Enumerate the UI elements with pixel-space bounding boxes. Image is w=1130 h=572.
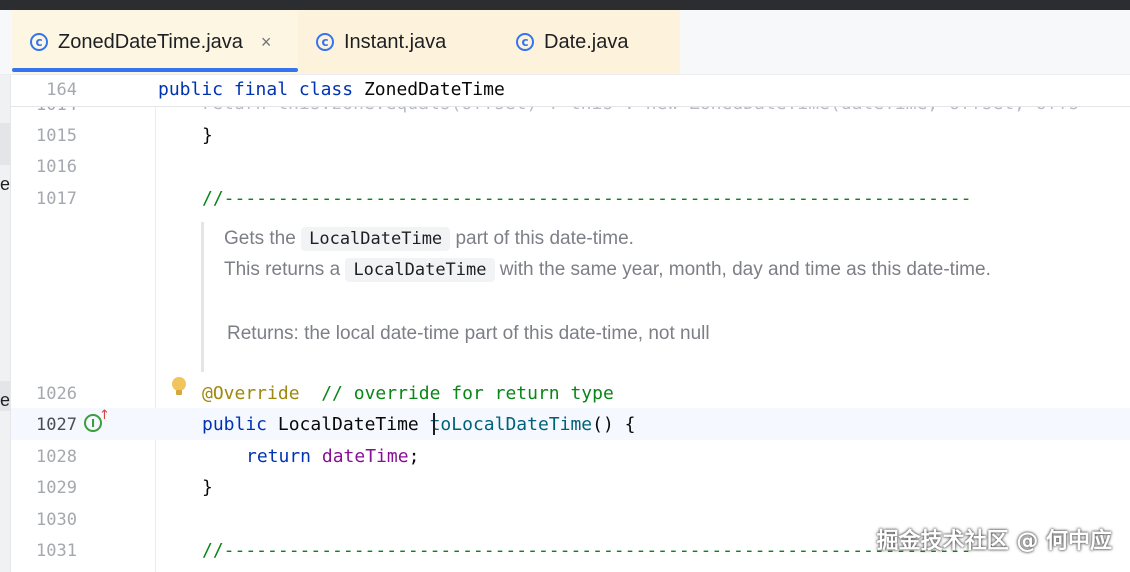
- annotation: @Override: [202, 383, 300, 404]
- watermark: 掘金技术社区 @ 何中应: [876, 529, 1112, 554]
- inline-comment: // override for return type: [299, 383, 614, 404]
- tab-instant[interactable]: c Instant.java: [298, 10, 498, 74]
- line-number: 164: [46, 80, 77, 100]
- panel-text-fragment: e: [0, 390, 11, 410]
- field-reference[interactable]: dateTime: [322, 446, 409, 467]
- separator-comment: //--------------------------------------…: [202, 188, 972, 209]
- line-number: 1026: [36, 384, 77, 404]
- doc-text: part of this date-time.: [455, 228, 634, 249]
- method-signature: public LocalDateTime toLocalDateTime() {: [202, 414, 1130, 435]
- override-line: @Override // override for return type: [202, 383, 1130, 404]
- method-name[interactable]: toLocalDateTime: [430, 414, 593, 435]
- editor-tab-bar: c ZonedDateTime.java × c Instant.java c …: [0, 10, 1130, 75]
- return-statement: return dateTime;: [246, 446, 1130, 467]
- line-number: 1030: [36, 510, 77, 530]
- keyword: return: [246, 446, 312, 467]
- keyword: public: [202, 414, 268, 435]
- class-icon: c: [30, 33, 48, 51]
- doc-text: This returns a: [224, 259, 341, 280]
- tab-label: Instant.java: [344, 30, 447, 53]
- signature-rest: () {: [592, 414, 636, 435]
- sticky-class-declaration: public final class ZonedDateTime: [158, 79, 1130, 100]
- tab-label: ZonedDateTime.java: [58, 30, 243, 53]
- doc-text: with the same year, month, day and time …: [499, 259, 991, 280]
- tab-date[interactable]: c Date.java: [498, 10, 680, 74]
- line-number: 1016: [36, 157, 77, 177]
- semicolon: ;: [408, 446, 420, 467]
- doc-line: This returns a LocalDateTime with the sa…: [224, 258, 991, 282]
- active-tab-indicator: [12, 68, 298, 72]
- tab-label: Date.java: [544, 30, 629, 53]
- closing-brace: }: [202, 477, 213, 498]
- line-number: 1031: [36, 541, 77, 561]
- class-name: ZonedDateTime: [363, 79, 505, 100]
- lightbulb-base: [176, 390, 182, 395]
- line-number: 1028: [36, 447, 77, 467]
- line-number: 1015: [36, 126, 77, 146]
- line-number: 1017: [36, 189, 77, 209]
- line-number: 1029: [36, 478, 77, 498]
- rendered-javadoc: Gets the LocalDateTime part of this date…: [201, 222, 1130, 372]
- tab-zoneddatetime[interactable]: c ZonedDateTime.java ×: [12, 10, 298, 74]
- close-tab-icon[interactable]: ×: [261, 32, 272, 53]
- line-number: 1027: [36, 415, 77, 435]
- doc-text: Gets the: [224, 228, 296, 249]
- panel-text-fragment: e: [0, 174, 11, 194]
- return-type: LocalDateTime: [267, 414, 430, 435]
- class-icon: c: [516, 33, 534, 51]
- keyword: final: [233, 79, 289, 100]
- panel-marker: [0, 123, 10, 165]
- class-icon: c: [316, 33, 334, 51]
- lightbulb-glass: [172, 377, 186, 391]
- sticky-scroll-header[interactable]: 164 public final class ZonedDateTime: [11, 75, 1130, 107]
- overrides-arrow-icon[interactable]: ↑: [99, 408, 110, 423]
- doc-code-reference[interactable]: LocalDateTime: [301, 227, 451, 251]
- doc-line: Gets the LocalDateTime part of this date…: [224, 227, 634, 251]
- keyword: public: [158, 79, 224, 100]
- lightbulb-icon[interactable]: [172, 377, 186, 395]
- window-top-bar: [0, 0, 1130, 10]
- doc-returns: Returns: the local date-time part of thi…: [227, 323, 710, 344]
- doc-code-reference[interactable]: LocalDateTime: [345, 258, 495, 282]
- text-caret: [433, 413, 435, 435]
- keyword: class: [298, 79, 354, 100]
- left-side-panel-edge: [0, 75, 11, 572]
- closing-brace: }: [202, 125, 213, 146]
